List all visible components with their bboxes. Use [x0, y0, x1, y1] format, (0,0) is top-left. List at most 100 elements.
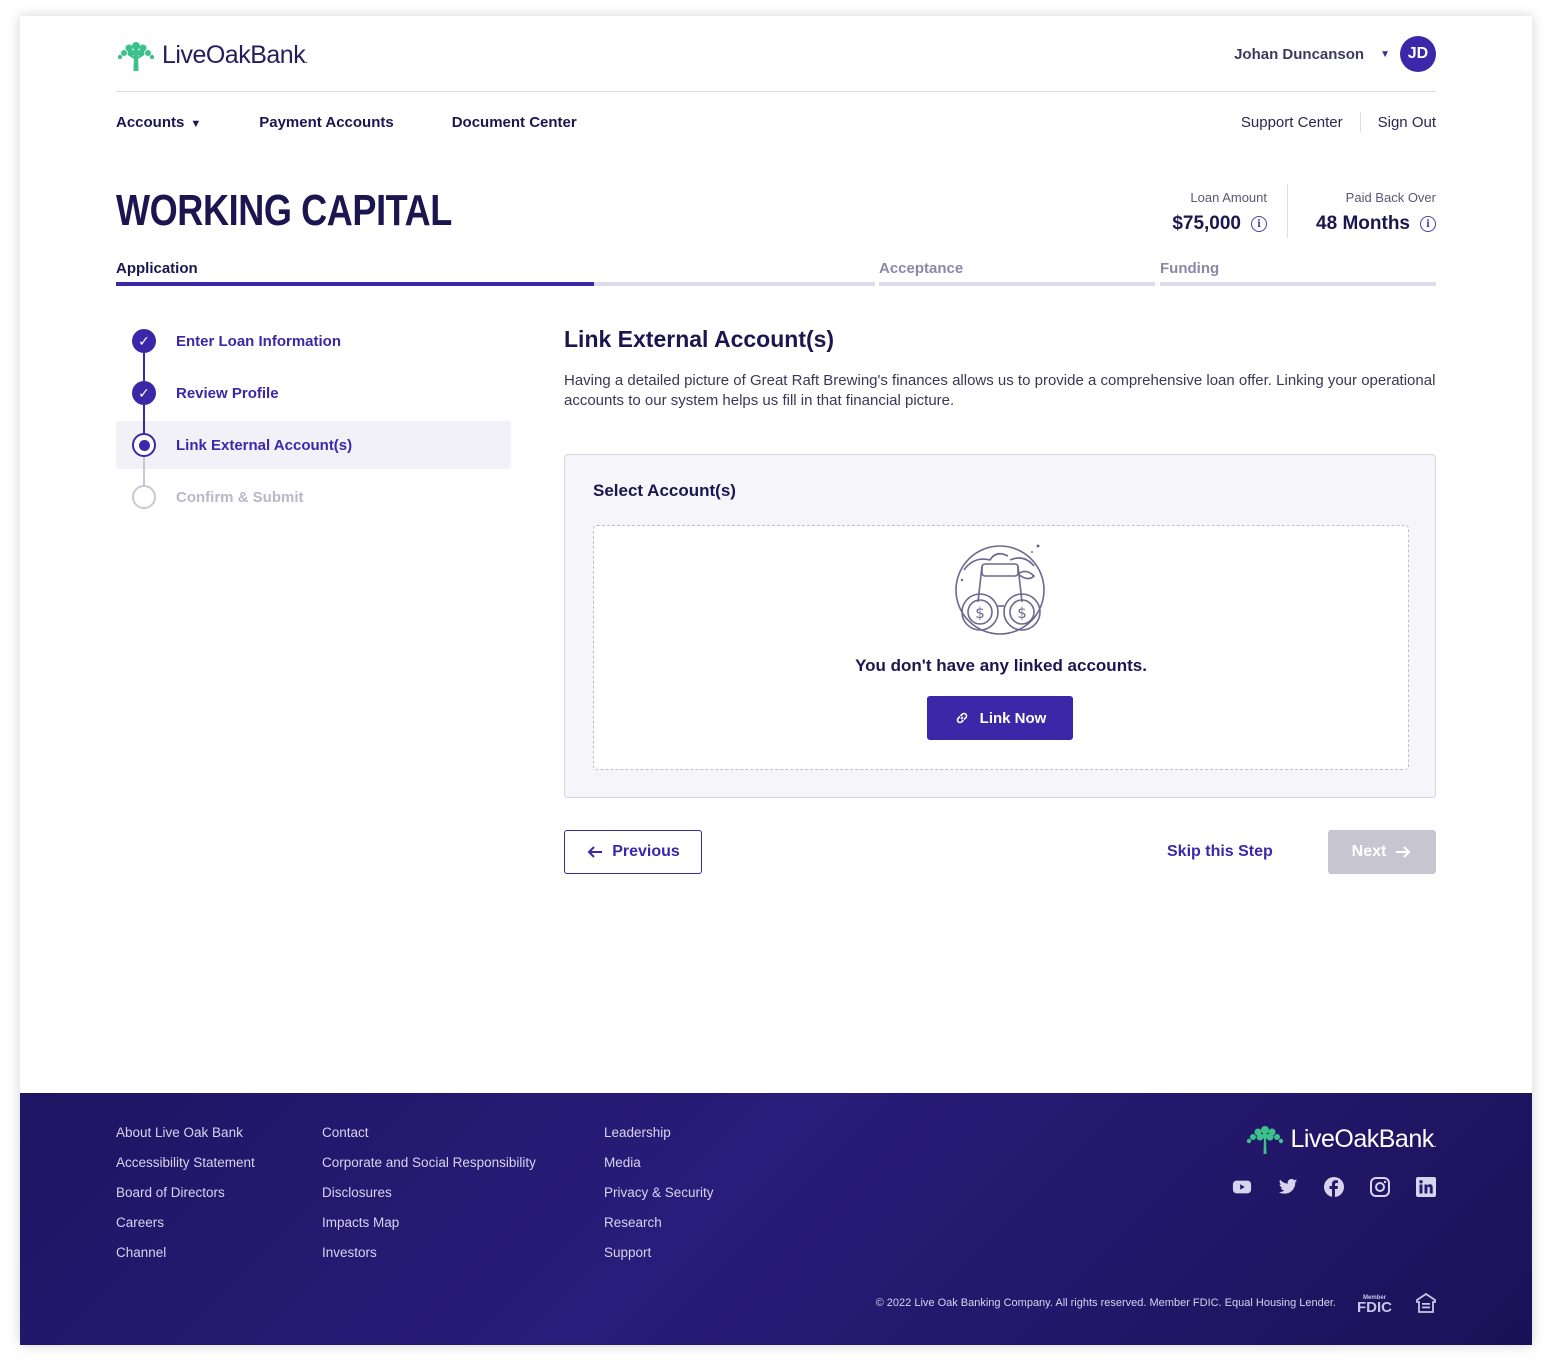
previous-button[interactable]: Previous — [564, 830, 702, 874]
step-connector — [143, 353, 145, 381]
footer-link[interactable]: Accessibility Statement — [116, 1155, 255, 1185]
skip-step-link[interactable]: Skip this Step — [1167, 843, 1273, 861]
empty-state: $ $ You don't have any linked accounts. … — [593, 525, 1409, 770]
check-icon: ✓ — [132, 329, 156, 353]
step-label: Link External Account(s) — [176, 436, 353, 454]
tree-logo-icon — [117, 42, 155, 71]
arrow-right-icon — [1396, 846, 1411, 858]
brand-wordmark: LiveOakBank. — [162, 40, 308, 69]
paid-back-label: Paid Back Over — [1345, 190, 1436, 205]
current-step-icon — [132, 433, 156, 457]
arrow-left-icon — [587, 846, 603, 858]
footer-link[interactable]: About Live Oak Bank — [116, 1125, 255, 1155]
section-description: Having a detailed picture of Great Raft … — [564, 372, 1436, 409]
user-name[interactable]: Johan Duncanson — [1234, 46, 1364, 63]
footer-link[interactable]: Corporate and Social Responsibility — [322, 1155, 536, 1185]
phase-acceptance: Acceptance — [879, 260, 964, 277]
footer-link[interactable]: Channel — [116, 1245, 255, 1275]
caret-down-icon[interactable]: ▼ — [1380, 49, 1390, 60]
social-links — [1232, 1177, 1436, 1197]
youtube-icon[interactable] — [1232, 1177, 1252, 1197]
utility-nav: Support Center Sign Out — [1241, 112, 1436, 132]
footer-column-2: Contact Corporate and Social Responsibil… — [322, 1125, 536, 1275]
progress-bar-acceptance — [879, 282, 1155, 286]
step-link-external-accounts[interactable]: Link External Account(s) — [132, 433, 352, 457]
stat-divider — [1287, 184, 1288, 238]
step-label: Enter Loan Information — [176, 332, 341, 350]
facebook-icon[interactable] — [1324, 1177, 1344, 1197]
footer-link[interactable]: Careers — [116, 1215, 255, 1245]
caret-down-icon: ▼ — [190, 118, 202, 130]
step-review-profile[interactable]: ✓ Review Profile — [132, 381, 279, 405]
paid-back-value: 48 Months — [1316, 213, 1410, 234]
brand-logo[interactable]: LiveOakBank. — [116, 38, 308, 72]
footer-link[interactable]: Contact — [322, 1125, 536, 1155]
sign-out-link[interactable]: Sign Out — [1378, 114, 1436, 131]
footer-link[interactable]: Impacts Map — [322, 1215, 536, 1245]
empty-state-message: You don't have any linked accounts. — [855, 656, 1147, 675]
avatar[interactable]: JD — [1400, 36, 1436, 72]
link-now-label: Link Now — [979, 709, 1047, 727]
phase-application: Application — [116, 260, 198, 277]
step-enter-loan-information[interactable]: ✓ Enter Loan Information — [132, 329, 341, 353]
linkedin-icon[interactable] — [1416, 1177, 1436, 1197]
step-confirm-submit: Confirm & Submit — [132, 485, 304, 509]
footer-link[interactable]: Leadership — [604, 1125, 714, 1155]
instagram-icon[interactable] — [1370, 1177, 1390, 1197]
footer-link[interactable]: Support — [604, 1245, 714, 1275]
step-connector — [143, 457, 145, 485]
loan-amount-value: $75,000 — [1172, 213, 1241, 234]
footer-link[interactable]: Media — [604, 1155, 714, 1185]
progress-fill — [116, 282, 595, 286]
nav-accounts[interactable]: Accounts ▼ — [116, 114, 201, 131]
loan-amount-label: Loan Amount — [1190, 190, 1267, 205]
select-accounts-card: Select Account(s) $ $ You don't have any… — [564, 454, 1436, 798]
next-label: Next — [1351, 843, 1387, 860]
previous-label: Previous — [612, 843, 680, 860]
support-center-link[interactable]: Support Center — [1241, 114, 1343, 131]
nav-document-center[interactable]: Document Center — [452, 114, 577, 131]
fdic-logo: Member FDIC — [1357, 1295, 1392, 1316]
header-divider — [116, 91, 1436, 92]
progress-bar-funding — [1160, 282, 1436, 286]
check-icon: ✓ — [132, 381, 156, 405]
footer-link[interactable]: Board of Directors — [116, 1185, 255, 1215]
equal-housing-icon — [1416, 1293, 1436, 1313]
binoculars-globe-icon: $ $ — [955, 544, 1045, 635]
footer-column-3: Leadership Media Privacy & Security Rese… — [604, 1125, 714, 1275]
page-title: WORKING CAPITAL — [116, 186, 452, 235]
loan-amount-stat: Loan Amount $75,000 i — [1172, 190, 1267, 235]
card-title: Select Account(s) — [593, 481, 736, 500]
site-footer: About Live Oak Bank Accessibility Statem… — [20, 1093, 1532, 1345]
main-nav: Accounts ▼ Payment Accounts Document Cent… — [116, 114, 577, 131]
twitter-icon[interactable] — [1278, 1177, 1298, 1197]
footer-link[interactable]: Disclosures — [322, 1185, 536, 1215]
info-icon[interactable]: i — [1251, 216, 1267, 232]
footer-link[interactable]: Research — [604, 1215, 714, 1245]
nav-payment-accounts[interactable]: Payment Accounts — [259, 114, 393, 131]
footer-link[interactable]: Investors — [322, 1245, 536, 1275]
info-icon[interactable]: i — [1420, 216, 1436, 232]
section-heading: Link External Account(s) — [564, 326, 835, 352]
copyright-text: © 2022 Live Oak Banking Company. All rig… — [875, 1297, 1336, 1309]
empty-step-icon — [132, 485, 156, 509]
footer-link[interactable]: Privacy & Security — [604, 1185, 714, 1215]
step-label: Confirm & Submit — [176, 488, 304, 506]
link-icon — [956, 712, 967, 724]
svg-text:$: $ — [1017, 604, 1027, 622]
phase-funding: Funding — [1160, 260, 1220, 277]
tree-logo-icon — [1246, 1126, 1283, 1154]
step-label: Review Profile — [176, 384, 279, 402]
user-menu[interactable]: Johan Duncanson ▼ JD — [1234, 36, 1436, 72]
link-now-button[interactable]: Link Now — [927, 696, 1073, 740]
app-frame: LiveOakBank. Johan Duncanson ▼ JD Accoun… — [20, 16, 1532, 1345]
footer-column-1: About Live Oak Bank Accessibility Statem… — [116, 1125, 255, 1275]
paid-back-stat: Paid Back Over 48 Months i — [1316, 190, 1436, 235]
progress-bar-application — [116, 282, 875, 286]
svg-text:$: $ — [975, 604, 985, 622]
nav-separator — [1359, 112, 1361, 132]
step-connector — [143, 405, 145, 433]
footer-brand-logo[interactable]: LiveOakBank. — [1245, 1123, 1437, 1155]
footer-brand-wordmark: LiveOakBank. — [1290, 1124, 1437, 1153]
next-button[interactable]: Next — [1328, 830, 1436, 874]
